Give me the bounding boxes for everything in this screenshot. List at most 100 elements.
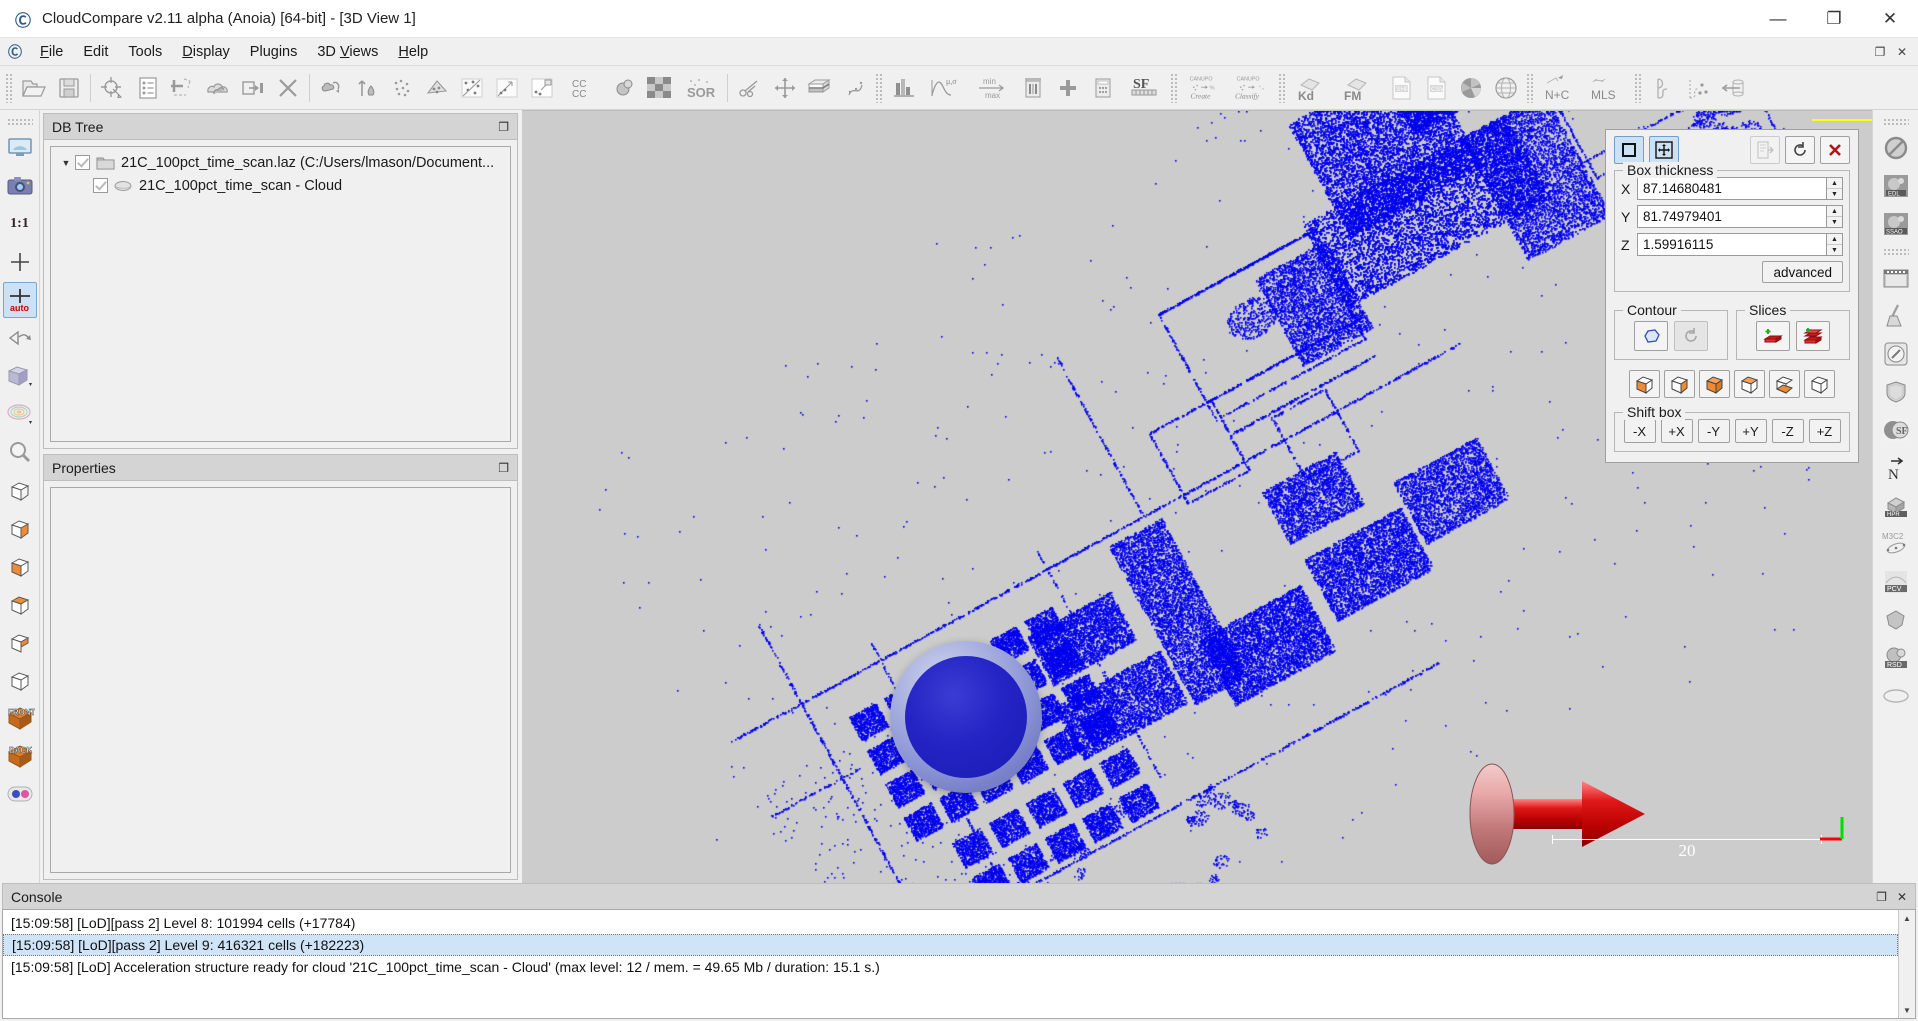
close-button[interactable]: ✕ [1862,0,1918,37]
console-line-selected[interactable]: [15:09:58] [LoD][pass 2] Level 9: 416321… [3,934,1898,956]
export-multi-slice-icon[interactable] [1796,321,1830,351]
edl-shader-icon[interactable]: EDL [1879,168,1913,204]
z-spin-buttons[interactable]: ▲ ▼ [1826,233,1843,256]
toolbar-grip-2[interactable] [875,72,883,103]
zoom-1-1-icon[interactable]: 1:1 [3,206,37,242]
shift-plus-x-button[interactable]: +X [1660,419,1693,443]
shp-export-icon[interactable]: SHP [1384,71,1417,105]
fast-marching-icon[interactable]: FM [1337,71,1382,105]
box-select-icon[interactable] [1614,136,1644,164]
z-spin-up[interactable]: ▲ [1827,234,1842,245]
stereo-mode-icon[interactable] [3,776,37,812]
kd-tree-icon[interactable]: Kd [1290,71,1335,105]
view-iso-icon[interactable] [3,472,37,508]
y-spin-down[interactable]: ▼ [1827,217,1842,227]
statistical-test-icon[interactable] [642,71,675,105]
cube-face-back-icon[interactable] [1804,370,1835,398]
sf-arithmetic-icon[interactable] [1086,71,1119,105]
rsd-icon[interactable]: RSD [1879,640,1913,676]
vtoolbar-grip[interactable] [6,118,33,126]
register-icon[interactable] [525,71,558,105]
cube-face-top-icon[interactable] [1734,370,1765,398]
console-line[interactable]: [15:09:58] [LoD][pass 2] Level 8: 101994… [3,912,1898,934]
m3c2-icon[interactable]: M3C2 [1879,526,1913,562]
shift-minus-z-button[interactable]: -Z [1771,419,1804,443]
pcv-icon[interactable]: PCV [1879,564,1913,600]
restore-icon[interactable] [1785,136,1815,164]
canupo-create-icon[interactable]: CANUPO% Create [1182,71,1227,105]
close-red-x-icon[interactable] [1820,136,1850,164]
extract-section-icon[interactable] [803,71,836,105]
pick-point-icon[interactable] [96,71,129,105]
shift-plus-z-button[interactable]: +Z [1808,419,1841,443]
view-top-icon[interactable] [3,510,37,546]
view-front-icon[interactable]: FRONT [3,700,37,736]
scroll-down-arrow-icon[interactable]: ▼ [1903,1002,1911,1018]
compass-icon[interactable] [1879,336,1913,372]
cube-face-bottom-icon[interactable] [1769,370,1800,398]
rotate-view-icon[interactable] [3,320,37,356]
segment-icon[interactable] [166,71,199,105]
display-mode-icon[interactable] [3,358,37,394]
advanced-button[interactable]: advanced [1762,261,1843,283]
properties-list-icon[interactable] [131,71,164,105]
menu-plugins[interactable]: Plugins [240,41,308,63]
sor-filter-icon[interactable]: SOR [677,71,722,105]
histogram-icon[interactable] [887,71,920,105]
vtoolbar-right-grip-2[interactable] [1882,248,1909,256]
cross-section-icon[interactable] [768,71,801,105]
view-iso2-icon[interactable] [3,662,37,698]
shield-icon[interactable] [1879,374,1913,410]
db-tree-list[interactable]: ▼ 21C_100pct_time_scan.laz (C:/Users/lma… [50,146,511,442]
minimize-button[interactable]: — [1750,0,1806,37]
poisson-recon-icon[interactable] [1879,602,1913,638]
curvature-icon[interactable] [1646,71,1679,105]
csv-export-icon[interactable]: CSV [1419,71,1452,105]
shift-minus-y-button[interactable]: -Y [1697,419,1730,443]
toolbar-grip-4[interactable] [1278,72,1286,103]
cloud-cloud-dist-icon[interactable] [607,71,640,105]
remove-contour-icon[interactable] [1674,321,1708,351]
console-log-list[interactable]: [15:09:58] [LoD][pass 2] Level 8: 101994… [3,910,1898,1018]
hpr-icon[interactable]: HPR [1879,488,1913,524]
properties-undock-icon[interactable]: ❐ [498,461,509,475]
x-spinbox[interactable]: ▲▼ [1637,177,1843,200]
chevron-down-icon[interactable]: ▼ [57,158,75,168]
maximize-button[interactable]: ❐ [1806,0,1862,37]
fit-plane-icon[interactable] [838,71,871,105]
no-shader-icon[interactable] [1879,130,1913,166]
sf-plugin-icon[interactable]: SF [1879,412,1913,448]
x-spin-up[interactable]: ▲ [1827,178,1842,189]
fullscreen-view-icon[interactable] [3,130,37,166]
ransac-sd-icon[interactable] [1879,678,1913,714]
console-scrollbar[interactable]: ▲ ▼ [1898,910,1915,1018]
curvature-points-icon[interactable] [1681,71,1714,105]
height-gradient-icon[interactable] [350,71,383,105]
add-sf-icon[interactable] [1051,71,1084,105]
min-max-icon[interactable]: min max [969,71,1014,105]
3d-viewport[interactable]: 20 Box thickness X 87.14680481 ▲ ▼ Y 81.… [522,110,1872,883]
globe-icon[interactable] [1489,71,1522,105]
center-pivot-icon[interactable] [3,244,37,280]
menu-help[interactable]: Help [388,41,438,63]
z-spinbox[interactable]: ▲▼ [1637,233,1843,256]
toolbar-grip[interactable] [5,72,13,103]
delete-icon[interactable] [271,71,304,105]
box-thickness-x-input[interactable] [1637,177,1826,200]
menu-edit[interactable]: Edit [73,41,118,63]
subsample-icon[interactable] [420,71,453,105]
view-back-icon[interactable]: BACK [3,738,37,774]
menu-file[interactable]: File [30,41,73,63]
toolbar-grip-6[interactable] [1634,72,1642,103]
vtoolbar-right-grip[interactable] [1882,118,1909,126]
cube-face-right-icon[interactable] [1664,370,1695,398]
view-left-icon[interactable] [3,548,37,584]
menu-display[interactable]: Display [172,41,240,63]
mls-icon[interactable]: MLS [1585,71,1630,105]
scissors-icon[interactable] [733,71,766,105]
canupo-classify-icon[interactable]: CANUPO Classify [1229,71,1274,105]
export-section-icon[interactable] [1750,136,1780,164]
sf-gradient-icon[interactable]: SF [1121,71,1166,105]
mdi-restore-button[interactable]: ❐ [1870,42,1890,62]
match-bbox-icon[interactable] [490,71,523,105]
